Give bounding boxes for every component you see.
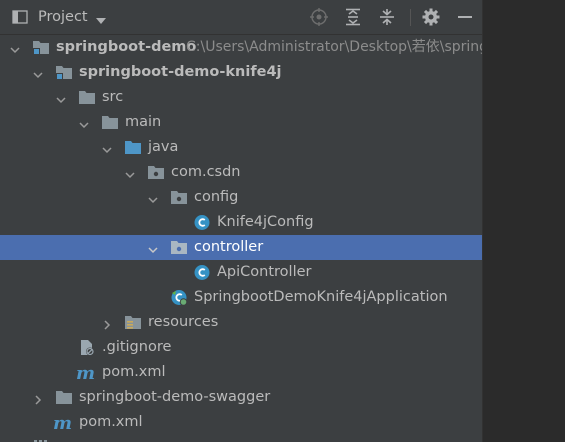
tree-node-label: springboot-demo-knife4j [79, 64, 282, 80]
expand-all-icon[interactable] [344, 8, 362, 26]
svg-text:m: m [76, 364, 95, 381]
tree-node-label: pom.xml [102, 364, 166, 380]
tree-node-class-application[interactable]: SpringbootDemoKnife4jApplication [0, 285, 482, 310]
tree-node-label: SpringbootDemoKnife4jApplication [194, 289, 448, 305]
chevron-down-icon[interactable] [79, 118, 89, 129]
tree-node-label: pom.xml [79, 414, 143, 430]
chevron-down-icon[interactable] [102, 143, 112, 154]
chevron-down-icon[interactable] [10, 43, 20, 54]
tree-node-label: .gitignore [102, 339, 172, 355]
tree-node-label: config [194, 189, 239, 205]
tree-node-class-apicontroller[interactable]: ApiController [0, 260, 482, 285]
tree-node-label: com.csdn [171, 164, 241, 180]
class-icon [193, 264, 211, 281]
locate-icon[interactable] [310, 8, 328, 26]
folder-icon [101, 114, 119, 131]
maven-icon: m [76, 363, 95, 384]
module-folder-icon [32, 39, 50, 56]
tree-node-partial [0, 435, 482, 442]
tree-node-package-config[interactable]: config [0, 185, 482, 210]
tree-node-package-controller[interactable]: controller [0, 235, 482, 260]
panel-divider[interactable] [482, 0, 483, 442]
chevron-down-icon[interactable] [125, 168, 135, 179]
tree-node-main[interactable]: main [0, 110, 482, 135]
minimize-icon[interactable] [456, 8, 474, 26]
tree-node-package-com-csdn[interactable]: com.csdn [0, 160, 482, 185]
tree-node-file-gitignore[interactable]: .gitignore [0, 335, 482, 360]
resources-folder-icon [124, 314, 142, 331]
toolbar-separator [410, 9, 411, 26]
svg-text:m: m [53, 414, 72, 431]
package-icon [170, 189, 188, 206]
ignore-file-icon [78, 339, 96, 356]
class-icon [193, 214, 211, 231]
gear-icon[interactable] [422, 8, 440, 26]
tree-node-resources[interactable]: resources [0, 310, 482, 335]
tree-node-label: controller [194, 239, 264, 255]
tree-node-java[interactable]: java [0, 135, 482, 160]
spring-boot-application-icon [170, 289, 188, 306]
tree-node-class-knife4jconfig[interactable]: Knife4jConfig [0, 210, 482, 235]
editor-area [482, 0, 565, 442]
project-tool-window: Project springboot-demo C:\Users\Adminis… [0, 0, 482, 442]
collapse-all-icon[interactable] [378, 8, 396, 26]
tree-node-file-pom-root[interactable]: m pom.xml [0, 410, 482, 435]
project-view-title[interactable]: Project [38, 8, 88, 26]
tree-node-label: main [125, 114, 162, 130]
folder-icon [55, 389, 73, 406]
folder-icon [78, 89, 96, 106]
tree-node-label: java [148, 139, 179, 155]
chevron-down-icon[interactable] [96, 13, 106, 24]
chevron-down-icon[interactable] [33, 68, 43, 79]
tree-node-file-pom-module[interactable]: m pom.xml [0, 360, 482, 385]
package-icon [170, 239, 188, 256]
package-icon [147, 164, 165, 181]
tree-node-module-knife4j[interactable]: springboot-demo-knife4j [0, 60, 482, 85]
chevron-right-icon[interactable] [102, 318, 112, 330]
tree-node-module-swagger[interactable]: springboot-demo-swagger [0, 385, 482, 410]
source-folder-icon [124, 139, 142, 156]
tree-node-src[interactable]: src [0, 85, 482, 110]
tree-node-label: resources [148, 314, 219, 330]
chevron-down-icon[interactable] [148, 243, 158, 254]
chevron-right-icon[interactable] [33, 393, 43, 405]
chevron-down-icon[interactable] [56, 93, 66, 104]
chevron-down-icon[interactable] [148, 193, 158, 204]
tool-window-header: Project [0, 0, 482, 35]
tree-node-label: ApiController [217, 264, 312, 280]
tree-node-label: Knife4jConfig [217, 214, 314, 230]
tree-node-label: src [102, 89, 124, 105]
maven-icon: m [53, 413, 72, 434]
module-folder-icon [55, 64, 73, 81]
tree-node-label: springboot-demo [56, 39, 197, 55]
module-path: C:\Users\Administrator\Desktop\若依\spring [186, 39, 482, 55]
tree-node-label: springboot-demo-swagger [79, 389, 271, 405]
tree-node-root[interactable]: springboot-demo C:\Users\Administrator\D… [0, 35, 482, 60]
project-view-icon [12, 9, 28, 25]
